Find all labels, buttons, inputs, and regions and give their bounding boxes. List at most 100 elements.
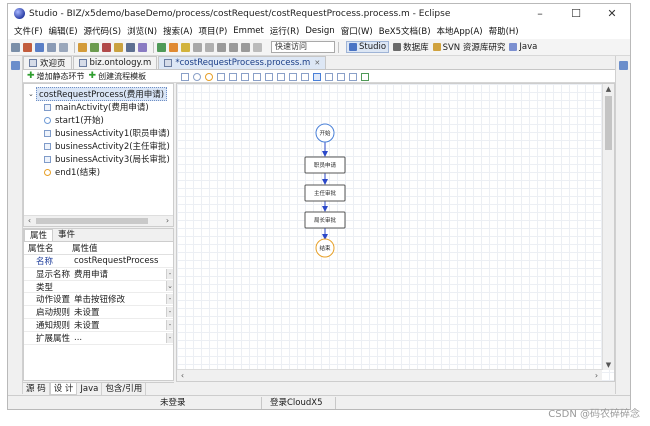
- canvas-horizontal-scrollbar[interactable]: ‹ ›: [177, 369, 602, 381]
- align-center-icon[interactable]: [337, 72, 345, 81]
- menu-search[interactable]: 搜索(A): [160, 25, 195, 37]
- menu-design[interactable]: Design: [302, 26, 337, 36]
- property-row-notify-rule[interactable]: 通知规则 未设置 -: [24, 319, 173, 332]
- annotation-icon[interactable]: [205, 42, 214, 52]
- menu-help[interactable]: 帮助(H): [486, 25, 522, 37]
- perspective-java[interactable]: Java: [509, 42, 537, 52]
- property-edit-button[interactable]: -: [166, 319, 173, 330]
- end-node-tool-icon[interactable]: [205, 72, 213, 81]
- scroll-right-icon[interactable]: ›: [162, 216, 173, 226]
- close-tab-icon[interactable]: ✕: [314, 59, 320, 67]
- tab-includes[interactable]: 包含/引用: [102, 383, 147, 395]
- menu-run[interactable]: 运行(R): [267, 25, 303, 37]
- close-button[interactable]: ✕: [594, 4, 630, 23]
- xor-gateway-tool-icon[interactable]: [277, 72, 285, 81]
- property-value[interactable]: 未设置: [72, 306, 166, 318]
- next-annotation-icon[interactable]: [217, 42, 226, 52]
- property-value[interactable]: ...: [72, 333, 166, 343]
- perspective-svn[interactable]: SVN 资源库研究: [432, 41, 505, 53]
- dropdown-chevron-icon[interactable]: ⌄: [166, 281, 173, 292]
- scrollbar-thumb[interactable]: [36, 218, 148, 224]
- process-design-canvas[interactable]: 开始 职员申请 主任审批 局长审批 结束 ▲ ▼ ‹ ›: [176, 83, 615, 382]
- auto-layout-icon[interactable]: [361, 72, 369, 81]
- tab-java[interactable]: Java: [77, 383, 103, 395]
- property-edit-button[interactable]: -: [166, 268, 173, 279]
- property-row-name[interactable]: 名称 costRequestProcess: [24, 255, 173, 268]
- align-right-icon[interactable]: [349, 72, 357, 81]
- external-tools-icon[interactable]: [169, 42, 178, 52]
- align-left-icon[interactable]: [325, 72, 333, 81]
- menu-navigate[interactable]: 浏览(N): [124, 25, 160, 37]
- scroll-left-icon[interactable]: ‹: [177, 370, 188, 381]
- menu-emmet[interactable]: Emmet: [230, 26, 267, 36]
- maximize-button[interactable]: ☐: [558, 4, 594, 23]
- activity-tool-icon[interactable]: [217, 72, 225, 81]
- menu-window[interactable]: 窗口(W): [338, 25, 376, 37]
- property-value[interactable]: costRequestProcess: [72, 256, 166, 266]
- refresh-icon[interactable]: [90, 42, 99, 52]
- menu-file[interactable]: 文件(F): [11, 25, 46, 37]
- tree-horizontal-scrollbar[interactable]: ‹ ›: [24, 215, 173, 226]
- tree-item-end[interactable]: end1(结束): [44, 166, 100, 178]
- perspective-database[interactable]: 数据库: [393, 41, 429, 53]
- collapse-icon[interactable]: ⌄: [28, 90, 36, 98]
- property-edit-button[interactable]: -: [166, 307, 173, 318]
- tree-item-business-activity-1[interactable]: businessActivity1(职员申请): [44, 127, 170, 139]
- canvas-vertical-scrollbar[interactable]: ▲ ▼: [602, 84, 614, 370]
- tree-item-start[interactable]: start1(开始): [44, 114, 104, 126]
- login-status[interactable]: 未登录: [156, 397, 262, 409]
- property-row-extended[interactable]: 扩展属性 ... -: [24, 332, 173, 345]
- back-icon[interactable]: [229, 42, 238, 52]
- property-value[interactable]: 单击按钮修改: [72, 293, 166, 305]
- package-icon[interactable]: [114, 42, 123, 52]
- select-tool-icon[interactable]: [181, 72, 189, 81]
- restore-view-icon[interactable]: [619, 61, 628, 70]
- cloudx5-login-link[interactable]: 登录CloudX5: [266, 397, 336, 409]
- connection-tool-icon[interactable]: [313, 72, 321, 81]
- new-wizard-icon[interactable]: [23, 42, 32, 52]
- menu-local-app[interactable]: 本地App(A): [434, 25, 486, 37]
- note-tool-icon[interactable]: [301, 72, 309, 81]
- open-folder-icon[interactable]: [181, 42, 190, 52]
- add-static-step-button[interactable]: ✚ 增加静态环节: [27, 71, 85, 82]
- tab-biz-ontology[interactable]: biz.ontology.m: [72, 56, 158, 69]
- menu-bex5-docs[interactable]: BeX5文档(B): [376, 25, 434, 37]
- pin-icon[interactable]: [193, 42, 202, 52]
- tab-source[interactable]: 源 码: [23, 383, 50, 395]
- tab-properties[interactable]: 属性: [24, 229, 54, 241]
- property-value[interactable]: 未设置: [72, 319, 166, 331]
- property-row-start-rule[interactable]: 启动规则 未设置 -: [24, 306, 173, 319]
- run-icon[interactable]: [157, 42, 166, 52]
- console-icon[interactable]: [126, 42, 135, 52]
- branch-tool-icon[interactable]: [241, 72, 249, 81]
- menu-project[interactable]: 项目(P): [196, 25, 231, 37]
- perspective-studio[interactable]: Studio: [346, 41, 390, 53]
- tab-welcome[interactable]: 欢迎页: [23, 56, 72, 69]
- start-node-tool-icon[interactable]: [193, 72, 201, 81]
- scrollbar-thumb[interactable]: [605, 96, 612, 150]
- last-edit-icon[interactable]: [253, 42, 262, 52]
- save-icon[interactable]: [35, 42, 44, 52]
- new-file-icon[interactable]: [11, 42, 20, 52]
- build-icon[interactable]: [78, 42, 87, 52]
- scroll-right-icon[interactable]: ›: [591, 370, 602, 381]
- forward-icon[interactable]: [241, 42, 250, 52]
- property-edit-button[interactable]: -: [166, 294, 173, 305]
- property-row-action-settings[interactable]: 动作设置 单击按钮修改 -: [24, 293, 173, 307]
- property-value[interactable]: 费用申请: [72, 268, 166, 280]
- property-row-type[interactable]: 类型 ⌄: [24, 281, 173, 294]
- tab-design[interactable]: 设 计: [49, 383, 78, 395]
- merge-tool-icon[interactable]: [253, 72, 261, 81]
- quick-access-input[interactable]: 快速访问: [271, 41, 335, 53]
- save-all-icon[interactable]: [47, 42, 56, 52]
- tree-item-main-activity[interactable]: mainActivity(费用申请): [44, 101, 149, 113]
- and-gateway-tool-icon[interactable]: [265, 72, 273, 81]
- create-template-button[interactable]: ✚ 创建流程模板: [89, 71, 147, 82]
- scroll-down-icon[interactable]: ▼: [603, 360, 614, 370]
- condition-tool-icon[interactable]: [229, 72, 237, 81]
- property-edit-button[interactable]: -: [166, 332, 173, 343]
- tree-root-node[interactable]: ⌄ costRequestProcess(费用申请): [28, 86, 168, 101]
- tab-cost-request-process[interactable]: *costRequestProcess.process.m ✕: [158, 56, 327, 69]
- menu-source[interactable]: 源代码(S): [81, 25, 125, 37]
- scroll-up-icon[interactable]: ▲: [603, 84, 614, 94]
